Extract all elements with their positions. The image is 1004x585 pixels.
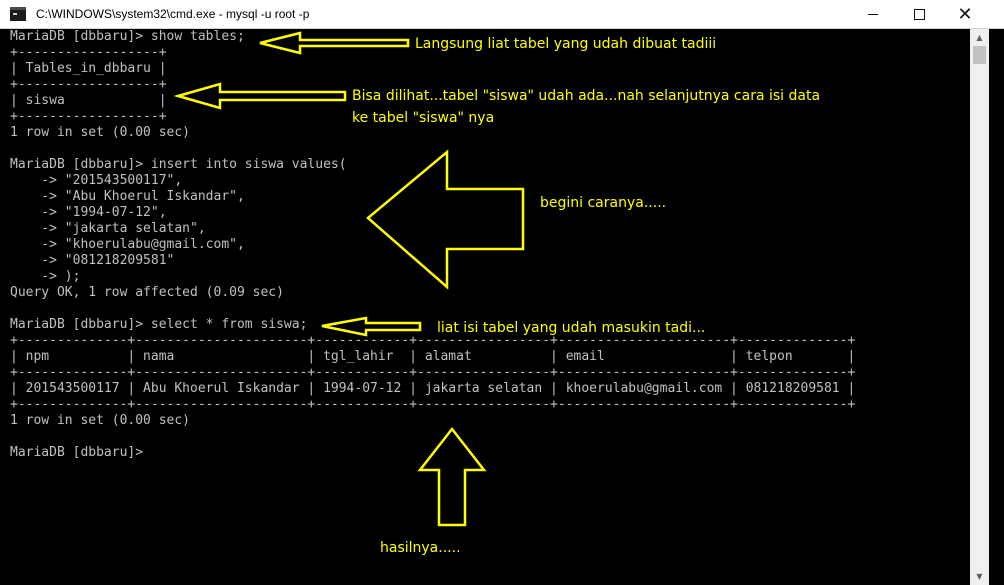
console-line: MariaDB [dbbaru]>: [10, 445, 144, 460]
console-line: Query OK, 1 row affected (0.09 sec): [10, 285, 284, 300]
console-line: -> "201543500117",: [10, 173, 183, 188]
console-line: +--------------+----------------------+-…: [10, 365, 856, 380]
scrollbar-thumb[interactable]: [973, 46, 986, 64]
console-line: +------------------+: [10, 77, 167, 92]
scroll-up-arrow-icon[interactable]: ▲: [970, 29, 989, 46]
vertical-scrollbar[interactable]: ▲ ▼: [970, 29, 989, 585]
console-line: | siswa |: [10, 93, 167, 108]
minimize-button[interactable]: [850, 0, 896, 29]
scroll-down-arrow-icon[interactable]: ▼: [970, 568, 989, 585]
annotation-select-table: liat isi tabel yang udah masukin tadi...: [437, 320, 706, 336]
window-right-edge: [989, 29, 1004, 585]
console-line: | Tables_in_dbbaru |: [10, 61, 167, 76]
annotation-siswa-exists-line1: Bisa dilihat...tabel "siswa" udah ada...…: [352, 88, 821, 104]
console-line: -> "Abu Khoerul Iskandar",: [10, 189, 245, 204]
console-line: +------------------+: [10, 45, 167, 60]
window-titlebar[interactable]: C:\WINDOWS\system32\cmd.exe - mysql -u r…: [0, 0, 1004, 29]
console-line: +--------------+----------------------+-…: [10, 333, 856, 348]
console-line: MariaDB [dbbaru]> select * from siswa;: [10, 317, 308, 332]
console-line: | 201543500117 | Abu Khoerul Iskandar | …: [10, 381, 856, 396]
console-line: -> );: [10, 269, 81, 284]
console-line: -> "khoerulabu@gmail.com",: [10, 237, 245, 252]
window-title: C:\WINDOWS\system32\cmd.exe - mysql -u r…: [36, 7, 310, 21]
annotation-insert-how: begini caranya.....: [540, 195, 667, 211]
console-line: | npm | nama | tgl_lahir | alamat | emai…: [10, 349, 856, 364]
annotation-show-tables: Langsung liat tabel yang udah dibuat tad…: [415, 36, 717, 52]
console-line: -> "081218209581": [10, 253, 175, 268]
annotation-result: hasilnya.....: [380, 540, 461, 556]
maximize-button[interactable]: [896, 0, 942, 29]
console-icon: [10, 7, 26, 21]
console-line: -> "1994-07-12",: [10, 205, 167, 220]
close-button[interactable]: ✕: [942, 0, 988, 29]
console-line: +--------------+----------------------+-…: [10, 397, 856, 412]
console-line: +------------------+: [10, 109, 167, 124]
console-line: 1 row in set (0.00 sec): [10, 413, 191, 428]
console-line: 1 row in set (0.00 sec): [10, 125, 191, 140]
console-line: MariaDB [dbbaru]> show tables;: [10, 29, 245, 44]
console-line: MariaDB [dbbaru]> insert into siswa valu…: [10, 157, 347, 172]
console-line: -> "jakarta selatan",: [10, 221, 206, 236]
annotation-siswa-exists-line2: ke tabel "siswa" nya: [352, 110, 495, 126]
